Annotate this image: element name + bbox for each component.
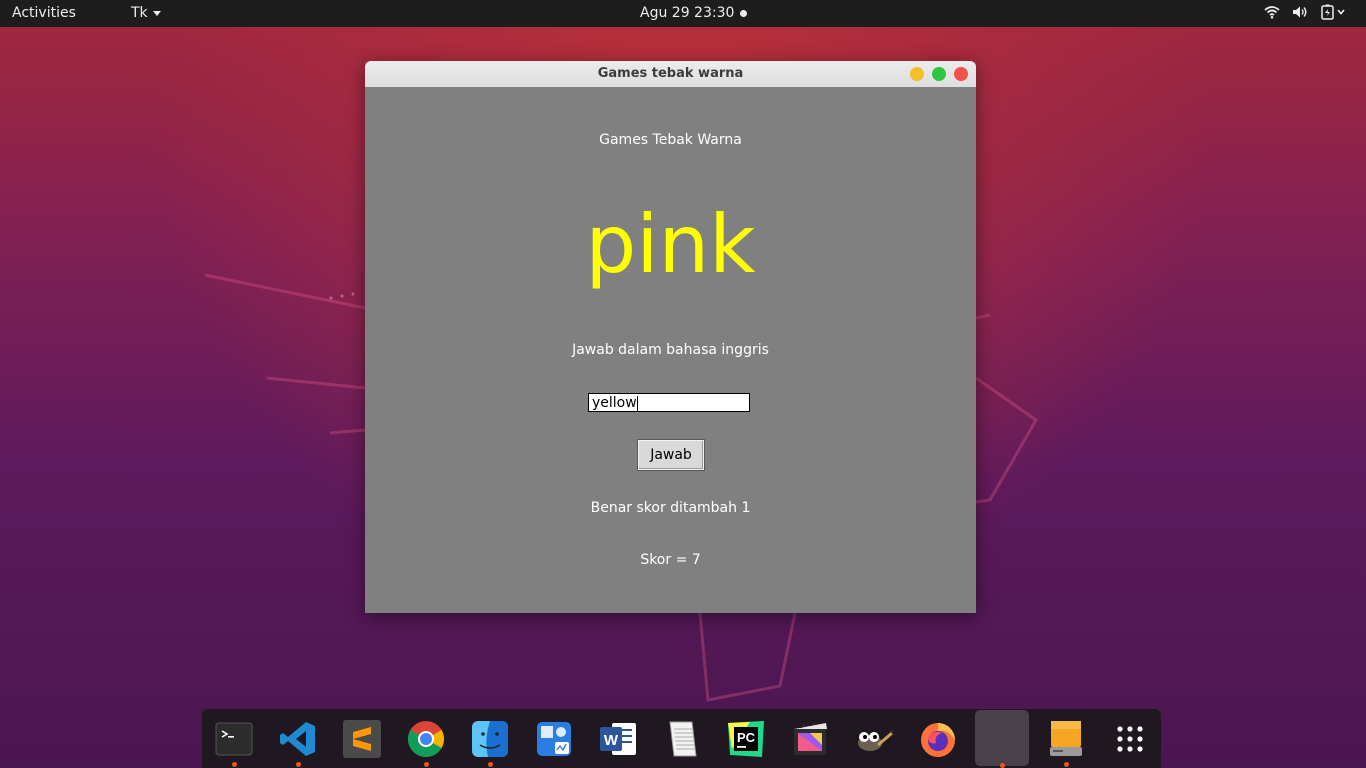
game-heading: Games Tebak Warna — [599, 132, 742, 148]
pycharm-icon[interactable]: PC — [726, 719, 766, 759]
chrome-icon[interactable] — [406, 719, 446, 767]
word-icon[interactable]: W — [598, 719, 638, 759]
svg-text:W: W — [604, 732, 619, 749]
wifi-icon — [1264, 6, 1280, 19]
color-word: pink — [585, 198, 756, 291]
vscode-icon[interactable] — [278, 719, 318, 767]
minimize-button[interactable] — [910, 67, 924, 81]
svg-text:PC: PC — [737, 730, 756, 745]
window-titlebar[interactable]: Games tebak warna — [365, 61, 976, 88]
text-editor-icon[interactable] — [662, 719, 702, 759]
instruction-label: Jawab dalam bahasa inggris — [572, 342, 769, 358]
running-indicator — [488, 762, 493, 767]
text-cursor — [636, 395, 638, 411]
dock: W PC — [202, 709, 1161, 768]
answer-input-value: yellow — [592, 395, 637, 411]
notification-dot-icon — [740, 10, 747, 17]
volume-icon — [1293, 6, 1307, 18]
result-label: Benar skor ditambah 1 — [590, 500, 751, 516]
app-store-icon[interactable] — [534, 719, 574, 759]
activities-button[interactable]: Activities — [12, 5, 76, 21]
firefox-icon[interactable] — [918, 719, 958, 759]
terminal-icon[interactable] — [214, 719, 254, 767]
running-indicator — [232, 762, 237, 767]
finder-icon[interactable] — [470, 719, 510, 767]
running-indicator — [296, 762, 301, 767]
maximize-button[interactable] — [932, 67, 946, 81]
show-apps-icon[interactable] — [1110, 719, 1150, 759]
clock[interactable]: Agu 29 23:30 — [640, 5, 734, 21]
app-menu-label: Tk — [131, 5, 148, 21]
chevron-down-icon — [152, 10, 161, 16]
running-indicator — [1000, 763, 1005, 768]
system-tray[interactable] — [1264, 4, 1346, 20]
running-indicator — [1064, 762, 1069, 767]
app-menu[interactable]: Tk — [131, 5, 161, 21]
answer-button[interactable]: Jawab — [637, 439, 705, 471]
gimp-icon[interactable] — [854, 719, 894, 759]
score-label: Skor = 7 — [640, 552, 701, 568]
app-window: Games tebak warna Games Tebak Warna pink… — [365, 61, 976, 613]
close-button[interactable] — [954, 67, 968, 81]
top-bar: Activities Tk Agu 29 23:30 — [0, 0, 1366, 27]
running-indicator — [424, 762, 429, 767]
window-title: Games tebak warna — [597, 66, 744, 81]
battery-icon — [1321, 4, 1345, 20]
window-content: Games Tebak Warna pink Jawab dalam bahas… — [365, 87, 976, 613]
sublime-text-icon[interactable] — [342, 719, 382, 759]
drive-icon[interactable] — [1046, 719, 1086, 767]
final-cut-icon[interactable] — [790, 719, 830, 759]
answer-input[interactable]: yellow — [588, 393, 750, 412]
active-window-icon[interactable] — [982, 719, 1022, 768]
